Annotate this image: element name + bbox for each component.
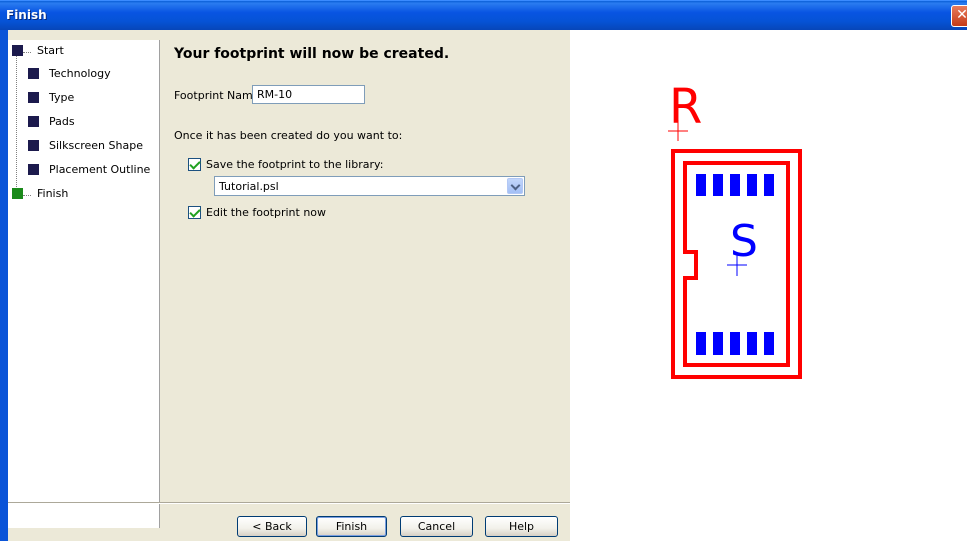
title-bar: Finish ✕ (0, 0, 967, 30)
tree-connector (16, 50, 17, 197)
step-label: Silkscreen Shape (49, 139, 143, 152)
back-button[interactable]: < Back (237, 516, 307, 537)
step-label: Start (37, 44, 64, 57)
ref-designator-label: R (669, 79, 702, 135)
finish-button[interactable]: Finish (316, 516, 387, 537)
step-label: Placement Outline (49, 163, 151, 176)
pad (696, 174, 706, 196)
library-select-value: Tutorial.psl (219, 180, 279, 193)
edit-now-label: Edit the footprint now (206, 206, 327, 219)
edit-now-checkbox[interactable] (188, 206, 201, 219)
origin-label: S (730, 216, 758, 267)
pad (730, 174, 740, 196)
wizard-steps-panel: Start Technology Type Pads Silkscreen Sh… (8, 40, 160, 528)
window-left-border (0, 30, 8, 541)
step-done-icon (28, 140, 39, 151)
pad (713, 332, 723, 355)
step-done-icon (28, 92, 39, 103)
save-to-library-label: Save the footprint to the library: (206, 158, 384, 171)
step-current-icon (12, 188, 23, 199)
close-icon[interactable]: ✕ (951, 5, 967, 27)
tree-branch (23, 195, 31, 196)
pad (764, 174, 774, 196)
footprint-name-input[interactable]: RM-10 (252, 85, 365, 104)
chevron-down-icon[interactable] (507, 178, 523, 194)
wizard-dialog: Start Technology Type Pads Silkscreen Sh… (8, 30, 570, 541)
library-select[interactable]: Tutorial.psl (214, 176, 525, 196)
step-label: Pads (49, 115, 75, 128)
pad (747, 174, 757, 196)
pad (764, 332, 774, 355)
step-label: Finish (37, 187, 69, 200)
window-title: Finish (6, 8, 47, 22)
footprint-name-label: Footprint Name: (174, 89, 264, 102)
top-pad-row (696, 174, 774, 196)
pad (696, 332, 706, 355)
step-done-icon (28, 68, 39, 79)
bottom-pad-row (696, 332, 774, 355)
step-label: Type (49, 91, 75, 104)
question-text: Once it has been created do you want to: (174, 129, 403, 142)
footprint-preview: R S (570, 30, 967, 541)
step-done-icon (12, 45, 23, 56)
help-button[interactable]: Help (485, 516, 558, 537)
pad (747, 332, 757, 355)
tree-branch (23, 52, 31, 53)
cancel-button[interactable]: Cancel (400, 516, 473, 537)
save-to-library-checkbox[interactable] (188, 158, 201, 171)
step-done-icon (28, 116, 39, 127)
step-label: Technology (49, 67, 111, 80)
pad (730, 332, 740, 355)
step-done-icon (28, 164, 39, 175)
pad (713, 174, 723, 196)
page-title: Your footprint will now be created. (174, 46, 450, 62)
footprint-preview-canvas: R S (668, 79, 802, 379)
button-separator (8, 502, 570, 504)
